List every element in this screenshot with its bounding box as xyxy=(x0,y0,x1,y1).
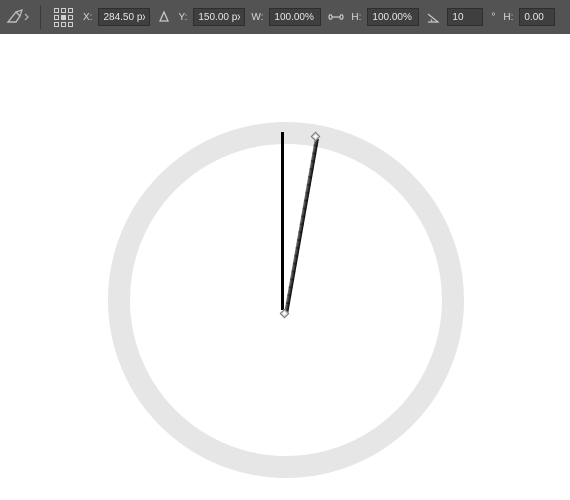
h-label: H: xyxy=(351,12,361,23)
degree-symbol: ° xyxy=(489,12,497,23)
x-label: X: xyxy=(83,12,92,23)
options-toolbar: X: Y: W: H: ° H: xyxy=(0,0,570,34)
hshear-label: H: xyxy=(503,12,513,23)
reference-point-grid[interactable] xyxy=(49,3,77,31)
clock-hand-original xyxy=(281,132,284,310)
divider xyxy=(40,5,41,29)
tool-preset-icon[interactable] xyxy=(4,3,32,31)
x-field[interactable] xyxy=(98,8,150,26)
canvas-area[interactable] xyxy=(0,34,570,500)
aspect-lock-icon[interactable] xyxy=(327,8,345,26)
angle-icon xyxy=(425,3,441,31)
w-label: W: xyxy=(251,12,263,23)
hshear-field[interactable] xyxy=(519,8,555,26)
relative-position-icon[interactable] xyxy=(156,3,172,31)
h-field[interactable] xyxy=(367,8,419,26)
angle-field[interactable] xyxy=(447,8,483,26)
y-field[interactable] xyxy=(193,8,245,26)
y-label: Y: xyxy=(178,12,187,23)
w-field[interactable] xyxy=(269,8,321,26)
